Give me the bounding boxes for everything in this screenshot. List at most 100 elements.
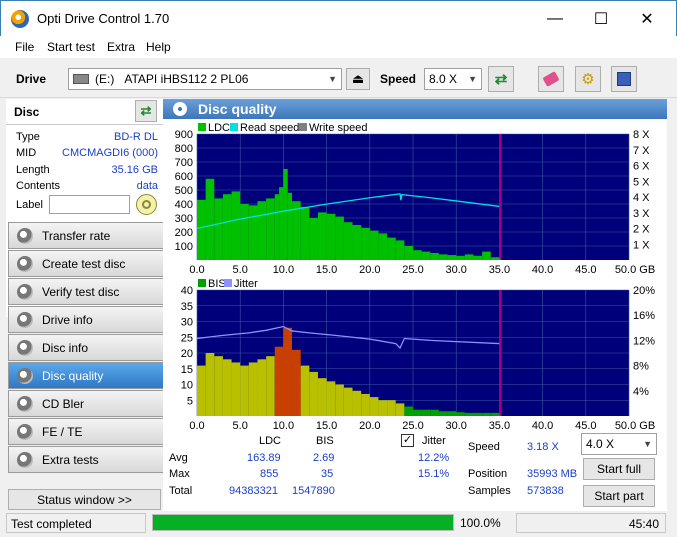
progress-bar: [152, 514, 454, 531]
disc-length-value: 35.16 GB: [111, 164, 158, 176]
jitter-checkbox[interactable]: ✓: [401, 434, 414, 447]
x-tick-label: 30.0: [445, 420, 466, 432]
nav-transfer-rate[interactable]: Transfer rate: [8, 222, 164, 249]
elapsed-time: 45:40: [628, 517, 659, 531]
samples-value: 573838: [527, 485, 564, 497]
ldc-chart: 0.0 5.0 10.0 15.0 20.0 25.0 30.0 35.0 40.0 45.0 50…: [175, 129, 656, 276]
bis-bar: [378, 400, 388, 416]
y-tick-label: 600: [175, 171, 193, 183]
disc-icon: [17, 255, 33, 272]
y-tick-label: 800: [175, 143, 193, 155]
bis-bar: [257, 359, 267, 416]
y2-tick-label: 12%: [633, 335, 655, 347]
ldc-bar: [352, 225, 362, 260]
speed-label: Speed: [468, 441, 500, 453]
y2-tick-label: 6 X: [633, 161, 650, 173]
bis-legend-label: BIS: [208, 278, 226, 290]
bis-bar: [326, 381, 336, 416]
nav-create-test-disc[interactable]: Create test disc: [8, 250, 164, 277]
disc-quality-panel: Disc quality LDC Read speed Write speed …: [163, 99, 667, 511]
save-button[interactable]: [611, 66, 637, 92]
y2-tick-label: 7 X: [633, 145, 650, 157]
toolbar: Drive (E:) ATAPI iHBS112 2 PL06 ▼ ⏏ Spee…: [0, 60, 677, 98]
x-tick-label: 15.0: [316, 264, 337, 276]
elapsed-time-box: 45:40: [516, 513, 666, 533]
menu-start-test[interactable]: Start test: [47, 40, 95, 54]
close-button[interactable]: ✕: [624, 1, 670, 37]
write-speed-legend-swatch: [299, 123, 307, 131]
progress-text: 100.0%: [460, 516, 501, 530]
settings-button[interactable]: ⚙: [575, 66, 601, 92]
nav-disc-info[interactable]: Disc info: [8, 334, 164, 361]
x-tick-label: 25.0: [402, 420, 423, 432]
disc-label-apply-button[interactable]: [136, 194, 157, 215]
erase-button[interactable]: [538, 66, 564, 92]
nav-disc-quality[interactable]: Disc quality: [8, 362, 164, 389]
start-full-button[interactable]: Start full: [583, 458, 655, 480]
nav-disc-info-label: Disc info: [42, 340, 89, 355]
nav-fe-te[interactable]: FE / TE: [8, 418, 164, 445]
drive-letter: (E:): [95, 72, 115, 86]
stats-avg-jitter: 12.2%: [418, 452, 450, 464]
chevron-down-icon: ▼: [468, 74, 477, 84]
bis-bar: [395, 403, 405, 416]
x-tick-label: 0.0: [189, 264, 204, 276]
bis-bar: [222, 359, 232, 416]
test-speed-select[interactable]: 4.0 X ▼: [581, 433, 657, 455]
nav-extra-tests[interactable]: Extra tests: [8, 446, 164, 473]
disc-label-label: Label: [16, 199, 43, 211]
ldc-bar: [309, 218, 318, 260]
bis-chart-legend: BIS Jitter: [198, 278, 258, 290]
y2-tick-label: 5 X: [633, 176, 650, 188]
eject-button[interactable]: ⏏: [346, 68, 370, 90]
maximize-button[interactable]: ☐: [578, 1, 624, 37]
bis-bar: [309, 371, 318, 416]
bis-bar: [317, 378, 327, 416]
nav-fe-te-label: FE / TE: [42, 424, 83, 439]
disc-label-input[interactable]: [49, 195, 130, 214]
y2-tick-label: 1 X: [633, 239, 650, 251]
stats-max-jitter: 15.1%: [418, 468, 450, 480]
ldc-bar: [240, 204, 249, 260]
stats-ldc-header: LDC: [259, 435, 282, 447]
menu-extra[interactable]: Extra: [107, 40, 135, 54]
bis-bar: [292, 349, 301, 416]
nav-drive-info[interactable]: Drive info: [8, 306, 164, 333]
menu-file[interactable]: File: [15, 40, 34, 54]
left-panel: Disc ⇄ Type BD-R DL MID CMCMAGDI6 (000) …: [6, 99, 164, 511]
refresh-arrows-icon: ⇄: [140, 103, 152, 118]
x-tick-label: 40.0: [532, 264, 553, 276]
bis-bar: [197, 365, 206, 416]
disc-type-label: Type: [16, 131, 40, 143]
stats-max-label: Max: [169, 468, 190, 480]
x-tick-label: 0.0: [189, 420, 204, 432]
stats-avg-bis: 2.69: [313, 452, 335, 464]
nav-verify-test-disc[interactable]: Verify test disc: [8, 278, 164, 305]
disc-refresh-button[interactable]: ⇄: [135, 100, 157, 122]
disc-contents-value: data: [136, 180, 158, 192]
start-part-button[interactable]: Start part: [583, 485, 655, 507]
ldc-bar: [421, 251, 431, 260]
stats-avg-ldc: 163.89: [247, 452, 281, 464]
ldc-bar: [248, 205, 258, 260]
x-tick-label: 10.0: [273, 264, 294, 276]
read-speed-legend-swatch: [230, 123, 238, 131]
minimize-button[interactable]: —: [532, 1, 578, 37]
speed-select[interactable]: 8.0 X ▼: [424, 68, 482, 90]
ldc-bar: [361, 227, 370, 260]
ldc-bar: [279, 187, 284, 260]
drive-select[interactable]: (E:) ATAPI iHBS112 2 PL06 ▼: [68, 68, 342, 90]
panel-header: Disc quality: [163, 99, 667, 119]
ldc-bar: [287, 192, 293, 260]
refresh-speed-button[interactable]: ⇄: [488, 66, 514, 92]
nav-cd-bler[interactable]: CD Bler: [8, 390, 164, 417]
x-tick-label: 40.0: [532, 420, 553, 432]
menu-help[interactable]: Help: [146, 40, 171, 54]
ldc-bar: [490, 257, 500, 260]
disc-icon: [17, 283, 33, 300]
y-tick-label: 200: [175, 227, 193, 239]
status-window-button[interactable]: Status window >>: [8, 489, 161, 510]
ldc-bar: [222, 194, 232, 260]
ldc-bar: [404, 246, 413, 260]
read-speed-legend-label: Read speed: [240, 122, 299, 134]
